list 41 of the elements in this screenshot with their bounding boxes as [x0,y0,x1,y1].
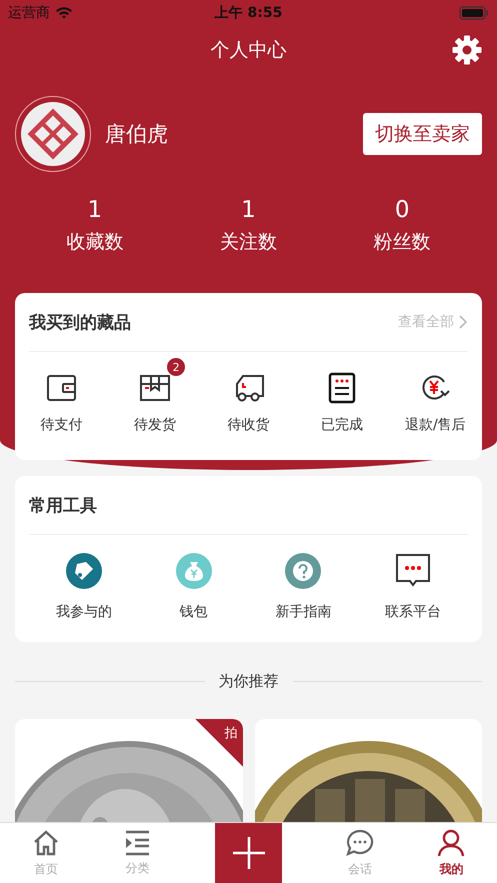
person-icon [437,828,466,856]
tab-item[interactable]: 我的 [406,823,497,883]
switch-to-seller-button[interactable]: 切换至卖家 [363,113,482,155]
message-icon [394,553,432,589]
stat-count: 0 [394,197,410,223]
tool-item[interactable]: 新手指南 [248,553,358,621]
stat-label[interactable]: 关注数 [220,229,277,255]
list-icon [123,830,152,856]
add-button[interactable] [215,823,282,883]
stat-count: 1 [88,197,102,223]
wallet-icon [46,374,78,402]
stat-label[interactable]: 粉丝数 [374,229,431,255]
order-status-item[interactable]: 已完成 [295,356,389,434]
checklist-icon [328,372,356,404]
tool-item[interactable]: 联系平台 [358,553,468,621]
auction-tag: 拍 [194,719,242,767]
chevron-right-icon [458,315,468,329]
stat-label[interactable]: 收藏数 [66,229,124,255]
order-status-item[interactable]: 退款/售后 [388,356,482,434]
section-title: 我买到的藏品 [29,312,131,334]
chat-icon [346,828,374,856]
order-status-item[interactable]: 待收货 [202,356,296,434]
package-icon [139,374,172,402]
user-name: 唐伯虎 [105,121,169,148]
tool-item[interactable]: 我参与的 [29,553,139,621]
page-title: 个人中心 [210,38,286,63]
carrier-text: 运营商 [8,4,50,22]
battery-icon [459,6,489,20]
stat-count: 1 [241,197,256,223]
product-card[interactable]: 拍 [15,719,242,822]
order-status-item[interactable]: 2 待发货 [108,356,202,434]
wifi-icon [55,6,73,19]
tool-item[interactable]: 钱包 [138,553,248,621]
section-title: 常用工具 [29,494,97,516]
home-icon [32,828,60,856]
settings-icon[interactable] [451,34,483,66]
order-status-item[interactable]: 待支付 [15,356,108,434]
clock-text: 上午 8:55 [214,4,282,22]
plus-icon [232,836,266,870]
section-title: 为你推荐 [218,672,278,691]
count-badge: 2 [167,358,186,376]
